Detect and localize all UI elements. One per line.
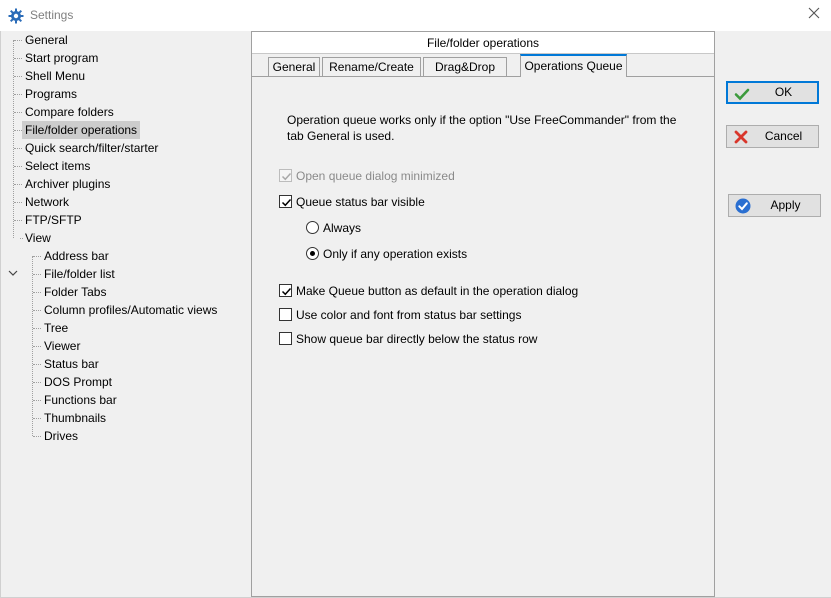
tree-item-view[interactable]: View [22,229,54,247]
close-icon[interactable] [807,6,821,20]
tree-item-status-bar[interactable]: Status bar [41,355,102,373]
show-below-checkbox[interactable]: Show queue bar directly below the status… [279,331,537,347]
tree-item-select-items[interactable]: Select items [22,157,93,175]
tree-connector [33,418,41,419]
radio-only-if-label: Only if any operation exists [323,246,468,261]
tree-item-thumbnails[interactable]: Thumbnails [41,409,109,427]
tree-connector [33,436,41,437]
tree-item-archiver-plugins[interactable]: Archiver plugins [22,175,113,193]
radio-always[interactable]: Always [306,220,361,236]
tree-connector [14,166,22,167]
tree-connector [14,202,22,203]
make-default-checkbox[interactable]: Make Queue button as default in the oper… [279,283,578,299]
window-title: Settings [30,8,74,22]
tree-connector [14,40,22,41]
tree-item-viewer[interactable]: Viewer [41,337,83,355]
tree-item-network[interactable]: Network [22,193,72,211]
tree-connector [14,112,22,113]
title-bar: Settings [0,0,831,31]
cancel-label: Cancel [764,129,803,143]
tree-item-folder-tabs[interactable]: Folder Tabs [41,283,109,301]
panel-title: File/folder operations [252,32,714,54]
show-below-label: Show queue bar directly below the status… [296,331,538,346]
ok-button[interactable]: OK [726,81,819,104]
tree-connector [14,220,22,221]
tree-connector [33,364,41,365]
tree-item-start-program[interactable]: Start program [22,49,101,67]
tree-item-tree[interactable]: Tree [41,319,71,337]
tab-bar: General Rename/Create Drag&Drop Operatio… [252,54,714,77]
radio-only-if-operation[interactable]: Only if any operation exists [306,246,467,262]
checkbox-unchecked[interactable] [279,332,292,346]
tree-item-shell-menu[interactable]: Shell Menu [22,67,88,85]
tab-rename-create[interactable]: Rename/Create [322,57,421,77]
tree-item-functions-bar[interactable]: Functions bar [41,391,120,409]
status-bar-visible-checkbox[interactable]: Queue status bar visible [279,194,425,210]
tree-connector [33,346,41,347]
tree-item-general[interactable]: General [22,31,71,49]
tree-connector [14,130,22,131]
tree-connector [14,76,22,77]
tree-connector [14,148,22,149]
cancel-button[interactable]: Cancel [726,125,819,148]
apply-button[interactable]: Apply [728,194,821,217]
radio-dot [310,251,315,257]
checkbox-unchecked[interactable] [279,308,292,322]
chevron-down-icon[interactable] [8,266,18,276]
tree-item-file-folder-operations[interactable]: File/folder operations [22,121,141,139]
radio-button[interactable] [306,221,319,235]
info-text: Operation queue works only if the option… [287,113,677,143]
tab-operations-queue[interactable]: Operations Queue [520,54,627,77]
radio-button-selected[interactable] [306,247,319,261]
tree-connector [14,58,22,59]
tree-connector [13,40,14,238]
open-minimized-checkbox: Open queue dialog minimized [279,168,455,184]
radio-always-label: Always [323,220,362,235]
open-minimized-label: Open queue dialog minimized [296,168,455,183]
tab-general[interactable]: General [268,57,320,77]
status-bar-visible-label: Queue status bar visible [296,194,425,209]
tree-item-ftp-sftp[interactable]: FTP/SFTP [22,211,85,229]
tree-connector [14,184,22,185]
tree-item-file-folder-list[interactable]: File/folder list [41,265,118,283]
ok-label: OK [774,85,793,99]
tree-connector [33,274,41,275]
make-default-label: Make Queue button as default in the oper… [296,283,579,298]
tree-connector [14,94,22,95]
apply-label: Apply [770,198,801,212]
checkbox-checked [279,169,292,183]
settings-panel: File/folder operations General Rename/Cr… [251,31,715,597]
tree-item-compare-folders[interactable]: Compare folders [22,103,117,121]
tree-connector [33,292,41,293]
tree-item-column-profiles[interactable]: Column profiles/Automatic views [41,301,220,319]
use-color-font-label: Use color and font from status bar setti… [296,307,522,322]
tree-connector [33,328,41,329]
tree-connector [33,382,41,383]
tree-connector [33,400,41,401]
settings-tree[interactable]: General Start program Shell Menu Program… [0,31,250,597]
use-color-font-checkbox[interactable]: Use color and font from status bar setti… [279,307,521,323]
tree-item-quick-search[interactable]: Quick search/filter/starter [22,139,161,157]
tree-item-dos-prompt[interactable]: DOS Prompt [41,373,115,391]
tree-item-drives[interactable]: Drives [41,427,81,445]
tab-drag-drop[interactable]: Drag&Drop [423,57,507,77]
gear-icon [8,8,24,24]
tree-item-programs[interactable]: Programs [22,85,80,103]
checkbox-checked[interactable] [279,195,292,209]
checkbox-checked[interactable] [279,284,292,298]
tab-content: Operation queue works only if the option… [252,77,714,596]
tree-item-address-bar[interactable]: Address bar [41,247,112,265]
tree-connector [33,256,41,257]
tree-connector [33,310,41,311]
